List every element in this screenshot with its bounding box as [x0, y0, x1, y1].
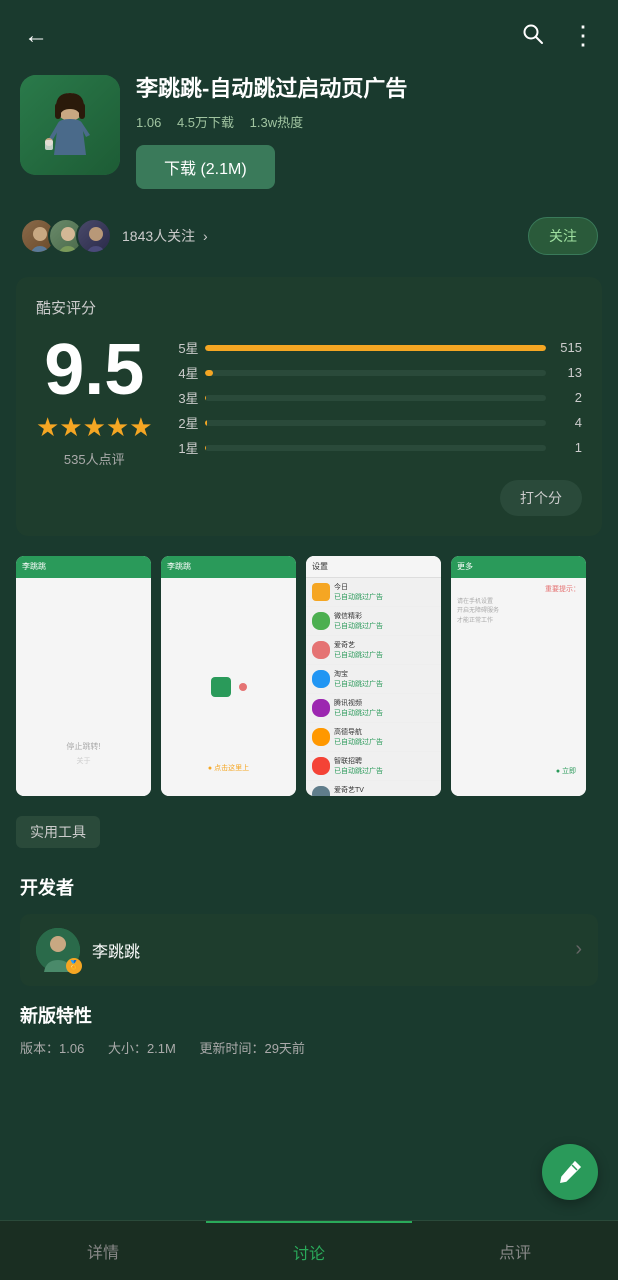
app-popularity: 1.3w热度: [250, 115, 303, 130]
ss3-item-4: 淘宝 已自动跳过广告: [306, 665, 441, 694]
bar-row: 3星 2: [173, 388, 582, 407]
download-button[interactable]: 下载 (2.1M): [136, 145, 275, 189]
screenshot-1[interactable]: 李跳跳 停止跳转! 关于: [16, 556, 151, 796]
bar-count: 4: [552, 415, 582, 430]
app-downloads: 4.5万下载: [177, 115, 234, 130]
developer-section: 开发者 🏅 李跳跳 ›: [0, 858, 618, 1002]
bar-track: [205, 345, 546, 351]
fab-edit-button[interactable]: [542, 1144, 598, 1200]
screenshot-2[interactable]: 李跳跳 ● 点击这里上: [161, 556, 296, 796]
app-details: 李跳跳-自动跳过启动页广告 1.06 4.5万下载 1.3w热度 下载 (2.1…: [136, 75, 598, 189]
search-icon: [520, 21, 544, 45]
followers-text: 1843人关注 ›: [122, 226, 208, 246]
version-update-time: 更新时间：29天前: [199, 1041, 304, 1056]
bar-count: 2: [552, 390, 582, 405]
rating-count: 535人点评: [36, 449, 153, 468]
screenshot-4[interactable]: 更多 重要提示： 请在手机设置 开启无障碍服务 才能正常工作 ● 立即: [451, 556, 586, 796]
bar-row: 1星 1: [173, 438, 582, 457]
app-version: 1.06: [136, 115, 161, 130]
nav-reviews[interactable]: 点评: [412, 1221, 618, 1280]
ss4-header: 更多: [451, 556, 586, 578]
bar-track: [205, 395, 546, 401]
nav-discussion[interactable]: 讨论: [206, 1221, 412, 1280]
bar-fill: [205, 445, 206, 451]
bar-track: [205, 370, 546, 376]
avatars-group: [20, 218, 112, 254]
new-version-title: 新版特性: [20, 1002, 598, 1028]
bar-count: 1: [552, 440, 582, 455]
edit-icon: [557, 1159, 583, 1185]
bar-fill: [205, 420, 208, 426]
ss1-body: 停止跳转! 关于: [16, 578, 151, 796]
header: ← ⋮: [0, 0, 618, 65]
ss4-body: 重要提示： 请在手机设置 开启无障碍服务 才能正常工作 ● 立即: [451, 578, 586, 796]
ss3-item-8: 爱奇艺TV 已自动跳过广告: [306, 781, 441, 796]
developer-avatar: 🏅: [36, 928, 80, 972]
bar-label: 2星: [173, 413, 199, 432]
developer-badge: 🏅: [66, 958, 82, 974]
version-meta: 版本：1.06 大小：2.1M 更新时间：29天前: [20, 1038, 598, 1057]
rating-section: 酷安评分 9.5 ★★★★★ 535人点评 5星 515 4星 13: [16, 277, 602, 536]
developer-row[interactable]: 🏅 李跳跳 ›: [20, 914, 598, 986]
search-button[interactable]: [516, 17, 548, 55]
app-info: 李跳跳-自动跳过启动页广告 1.06 4.5万下载 1.3w热度 下载 (2.1…: [0, 65, 618, 205]
back-button[interactable]: ←: [20, 18, 52, 54]
ss2-body: ● 点击这里上: [161, 578, 296, 796]
rating-bars: 5星 515 4星 13 3星 2 2星: [173, 338, 582, 463]
developer-info: 🏅 李跳跳: [36, 928, 140, 972]
developer-section-title: 开发者: [20, 874, 598, 900]
followers-count: 1843人关注: [122, 228, 195, 244]
avatar-3: [76, 218, 112, 254]
rating-left: 9.5 ★★★★★ 535人点评: [36, 334, 153, 468]
developer-name: 李跳跳: [92, 938, 140, 962]
chevron-right-icon: ›: [203, 228, 208, 244]
ss3-item-6: 高德导航 已自动跳过广告: [306, 723, 441, 752]
bottom-nav: 详情 讨论 点评: [0, 1220, 618, 1280]
tags-row: 实用工具: [0, 806, 618, 858]
ss3-header: 设置: [306, 556, 441, 578]
rating-stars: ★★★★★: [36, 412, 153, 443]
rating-score: 9.5: [36, 334, 153, 406]
more-button[interactable]: ⋮: [566, 16, 598, 55]
bar-label: 3星: [173, 388, 199, 407]
ss3-item-3: 爱奇艺 已自动跳过广告: [306, 636, 441, 665]
bar-row: 4星 13: [173, 363, 582, 382]
ss2-header: 李跳跳: [161, 556, 296, 578]
bar-fill: [205, 370, 214, 376]
ss3-body: 今日 已自动跳过广告 微信精彩 已自动跳过广告 爱奇艺 已自动跳过广告: [306, 578, 441, 796]
bar-label: 5星: [173, 338, 199, 357]
bar-track: [205, 420, 546, 426]
bar-count: 515: [552, 340, 582, 355]
version-number: 版本：1.06: [20, 1041, 84, 1056]
ss3-item-7: 智联招聘 已自动跳过广告: [306, 752, 441, 781]
app-meta: 1.06 4.5万下载 1.3w热度: [136, 112, 598, 131]
nav-details[interactable]: 详情: [0, 1221, 206, 1280]
screenshot-3[interactable]: 设置 今日 已自动跳过广告 微信精彩 已自动跳过广告: [306, 556, 441, 796]
chevron-right-icon: ›: [575, 938, 582, 961]
rating-content: 9.5 ★★★★★ 535人点评 5星 515 4星 13 3星: [36, 334, 582, 468]
bar-track: [205, 445, 546, 451]
new-version-section: 新版特性 版本：1.06 大小：2.1M 更新时间：29天前: [0, 1002, 618, 1073]
screenshots-row: 李跳跳 停止跳转! 关于 李跳跳 ● 点击这里上: [0, 546, 618, 806]
follow-button[interactable]: 关注: [528, 217, 598, 255]
bar-fill: [205, 345, 546, 351]
bar-count: 13: [552, 365, 582, 380]
followers-info[interactable]: 1843人关注 ›: [20, 218, 208, 254]
tag-practical-tools[interactable]: 实用工具: [16, 816, 100, 848]
bar-row: 2星 4: [173, 413, 582, 432]
app-title: 李跳跳-自动跳过启动页广告: [136, 75, 598, 104]
version-size: 大小：2.1M: [108, 1041, 176, 1056]
bar-row: 5星 515: [173, 338, 582, 357]
app-icon: [20, 75, 120, 175]
ss3-item-1: 今日 已自动跳过广告: [306, 578, 441, 607]
ss3-item-2: 微信精彩 已自动跳过广告: [306, 607, 441, 636]
bar-label: 4星: [173, 363, 199, 382]
ss1-header: 李跳跳: [16, 556, 151, 578]
rate-button[interactable]: 打个分: [500, 480, 582, 516]
followers-row: 1843人关注 › 关注: [0, 205, 618, 267]
bar-fill: [205, 395, 206, 401]
rating-title: 酷安评分: [36, 297, 582, 318]
bar-label: 1星: [173, 438, 199, 457]
ss3-item-5: 腾讯视频 已自动跳过广告: [306, 694, 441, 723]
